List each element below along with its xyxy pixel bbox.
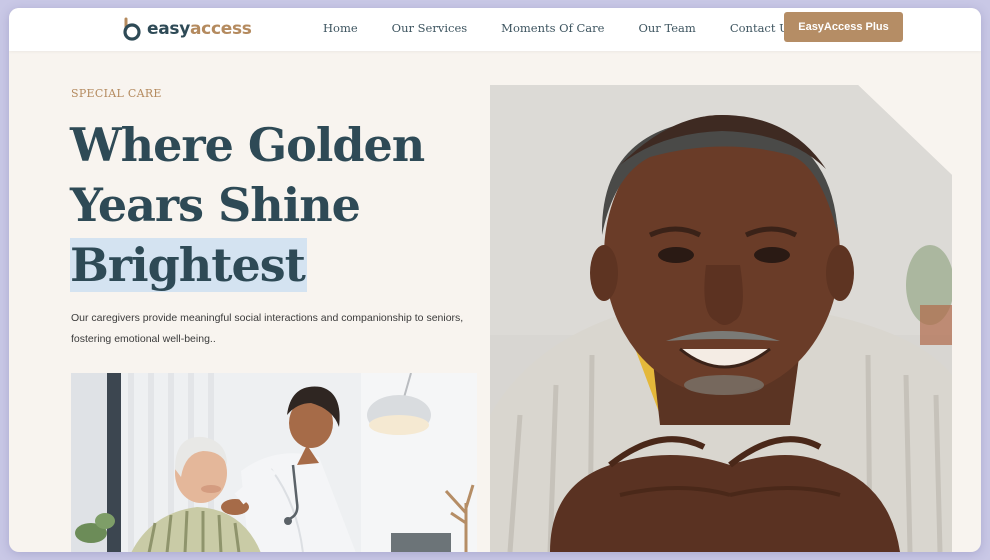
headline-highlight: Brightest bbox=[70, 238, 307, 292]
hero-eyebrow: SPECIAL CARE bbox=[71, 87, 162, 100]
nav-our-services[interactable]: Our Services bbox=[392, 21, 468, 35]
easyaccess-plus-button[interactable]: EasyAccess Plus bbox=[784, 12, 903, 42]
browser-page: easyaccess Home Our Services Moments Of … bbox=[9, 8, 981, 552]
hero-description: Our caregivers provide meaningful social… bbox=[71, 308, 471, 350]
nav-moments-of-care[interactable]: Moments Of Care bbox=[501, 21, 604, 35]
senior-portrait-photo bbox=[490, 85, 952, 552]
description-line-1: Our caregivers provide meaningful social… bbox=[71, 312, 464, 324]
top-navbar: easyaccess Home Our Services Moments Of … bbox=[9, 8, 981, 51]
hero-section: SPECIAL CARE Where Golden Years Shine Br… bbox=[9, 51, 981, 552]
caregiver-photo bbox=[71, 373, 477, 552]
nav-our-team[interactable]: Our Team bbox=[638, 21, 695, 35]
nav-home[interactable]: Home bbox=[323, 21, 358, 35]
logo-mark-icon bbox=[123, 17, 141, 41]
main-menu: Home Our Services Moments Of Care Our Te… bbox=[323, 21, 829, 35]
brand-logo[interactable]: easyaccess bbox=[121, 17, 252, 41]
senior-portrait-image bbox=[490, 85, 952, 552]
description-line-2: fostering emotional well-being.. bbox=[71, 333, 216, 345]
headline-line-3: Brightest bbox=[70, 235, 490, 295]
brand-name-easy: easy bbox=[147, 19, 191, 39]
brand-name-access: access bbox=[190, 19, 252, 39]
headline-line-1: Where Golden bbox=[70, 118, 425, 172]
caregiver-photo-image bbox=[71, 373, 477, 552]
headline-line-2: Years Shine bbox=[70, 178, 361, 232]
brand-name: easyaccess bbox=[147, 19, 252, 39]
hero-headline: Where Golden Years Shine Brightest bbox=[70, 115, 490, 295]
